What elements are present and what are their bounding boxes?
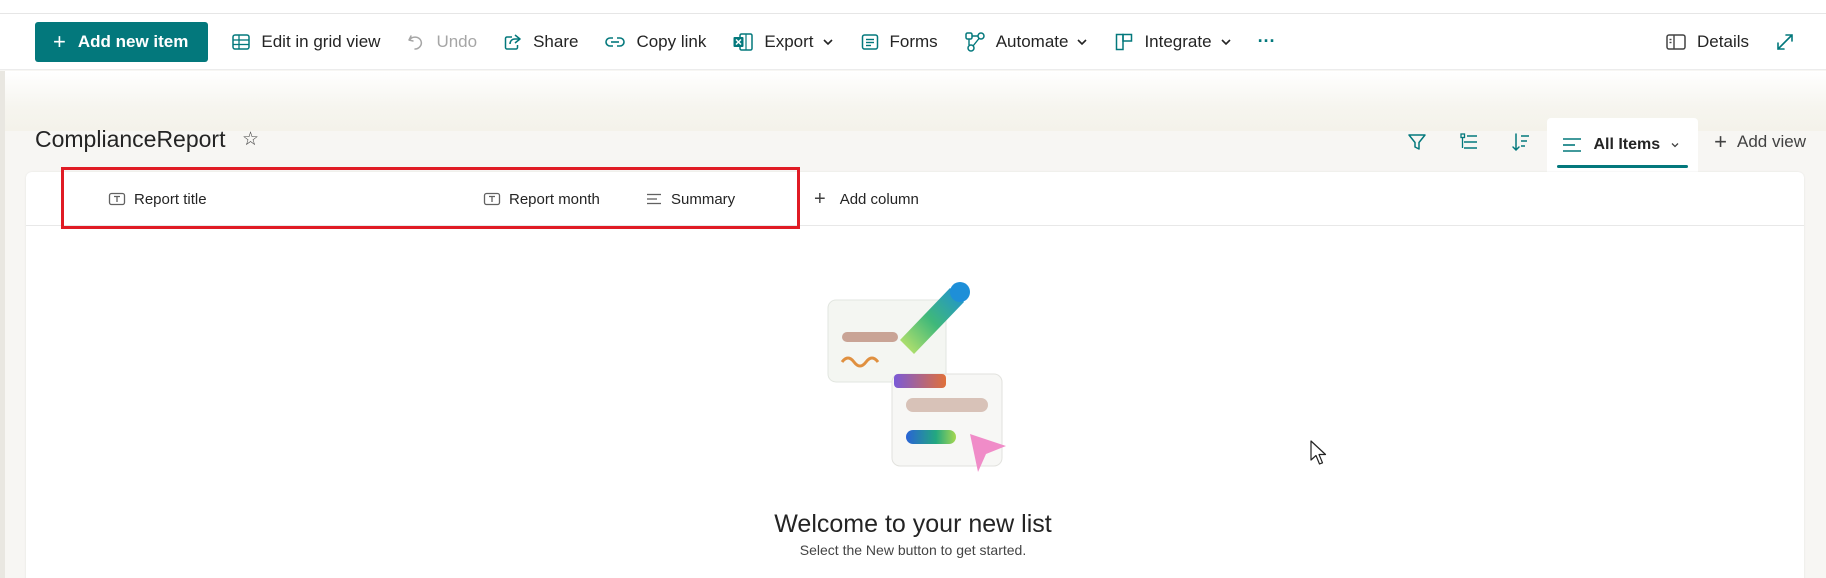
automate-label: Automate <box>995 31 1069 51</box>
automate-button[interactable]: Automate <box>951 22 1102 62</box>
undo-icon <box>408 34 423 50</box>
multiline-text-icon <box>647 193 661 205</box>
view-tools: All Items + Add view <box>1391 112 1826 172</box>
copy-link-button[interactable]: Copy link <box>591 22 719 62</box>
expand-button[interactable] <box>1762 22 1808 62</box>
details-button[interactable]: Details <box>1652 22 1762 62</box>
details-pane-icon <box>1666 34 1686 50</box>
more-icon: ··· <box>1257 31 1276 51</box>
group-by-button[interactable] <box>1443 120 1495 164</box>
column-report-title[interactable]: Report title <box>108 172 207 226</box>
right-commands: Details <box>1652 22 1808 62</box>
plus-icon: + <box>1714 129 1728 154</box>
plus-icon: + <box>814 187 826 210</box>
filter-icon <box>1408 134 1427 150</box>
column-header-row: Report title Report month Summary + Add … <box>26 172 1804 226</box>
details-label: Details <box>1697 32 1749 51</box>
undo-button[interactable]: Undo <box>393 22 490 62</box>
list-title: ComplianceReport <box>35 126 226 152</box>
filter-button[interactable] <box>1391 120 1443 164</box>
automate-icon <box>964 31 985 52</box>
chevron-down-icon <box>1077 38 1088 45</box>
column-label: Report month <box>509 190 600 208</box>
chevron-down-icon <box>822 38 833 45</box>
export-label: Export <box>764 31 814 51</box>
integrate-icon <box>1116 33 1133 50</box>
column-label: Report title <box>134 190 207 208</box>
integrate-button[interactable]: Integrate <box>1101 22 1244 62</box>
copy-link-label: Copy link <box>636 31 707 51</box>
sort-icon <box>1512 133 1530 152</box>
list-title-row: ComplianceReport ☆ All Items + Add view <box>0 112 1826 172</box>
top-edge <box>0 0 1826 14</box>
add-column-button[interactable]: + Add column <box>814 172 919 226</box>
view-name: All Items <box>1593 136 1661 153</box>
add-view-button[interactable]: + Add view <box>1698 120 1826 164</box>
expand-icon <box>1777 34 1793 50</box>
view-selector[interactable]: All Items <box>1547 118 1699 172</box>
edit-grid-view-button[interactable]: Edit in grid view <box>218 22 393 62</box>
favorite-star-icon[interactable]: ☆ <box>242 128 259 151</box>
chevron-down-icon <box>1671 143 1679 148</box>
more-options-button[interactable]: ··· <box>1245 22 1289 62</box>
mouse-pointer-icon <box>1310 440 1327 465</box>
excel-icon <box>733 32 754 51</box>
command-bar: + Add new item Edit in grid view Undo Sh… <box>0 14 1826 70</box>
sort-button[interactable] <box>1495 120 1547 164</box>
add-new-item-button[interactable]: + Add new item <box>35 21 209 62</box>
plus-icon: + <box>53 28 66 54</box>
chevron-down-icon <box>1220 38 1231 45</box>
column-label: Summary <box>671 190 736 208</box>
share-label: Share <box>533 31 579 51</box>
list-view-icon <box>1460 133 1478 149</box>
empty-state-subtitle: Select the New button to get started. <box>799 542 1027 558</box>
add-view-label: Add view <box>1737 132 1806 151</box>
share-icon <box>504 33 521 50</box>
forms-label: Forms <box>889 31 938 51</box>
column-summary[interactable]: Summary <box>645 172 735 226</box>
empty-state-title: Welcome to your new list <box>774 510 1052 538</box>
edit-grid-view-label: Edit in grid view <box>261 31 381 51</box>
column-report-month[interactable]: Report month <box>483 172 600 226</box>
undo-label: Undo <box>436 31 478 51</box>
share-button[interactable]: Share <box>490 22 591 62</box>
add-column-label: Add column <box>839 190 919 208</box>
empty-list-illustration <box>827 282 1006 472</box>
integrate-label: Integrate <box>1144 31 1212 51</box>
grid-icon <box>232 33 251 50</box>
view-lines-icon <box>1563 138 1582 152</box>
export-button[interactable]: Export <box>719 22 846 62</box>
forms-button[interactable]: Forms <box>847 22 951 62</box>
link-icon <box>605 36 626 47</box>
text-column-icon <box>483 192 501 206</box>
add-new-item-label: Add new item <box>77 31 189 51</box>
forms-icon <box>861 33 878 50</box>
text-column-icon <box>108 192 126 206</box>
